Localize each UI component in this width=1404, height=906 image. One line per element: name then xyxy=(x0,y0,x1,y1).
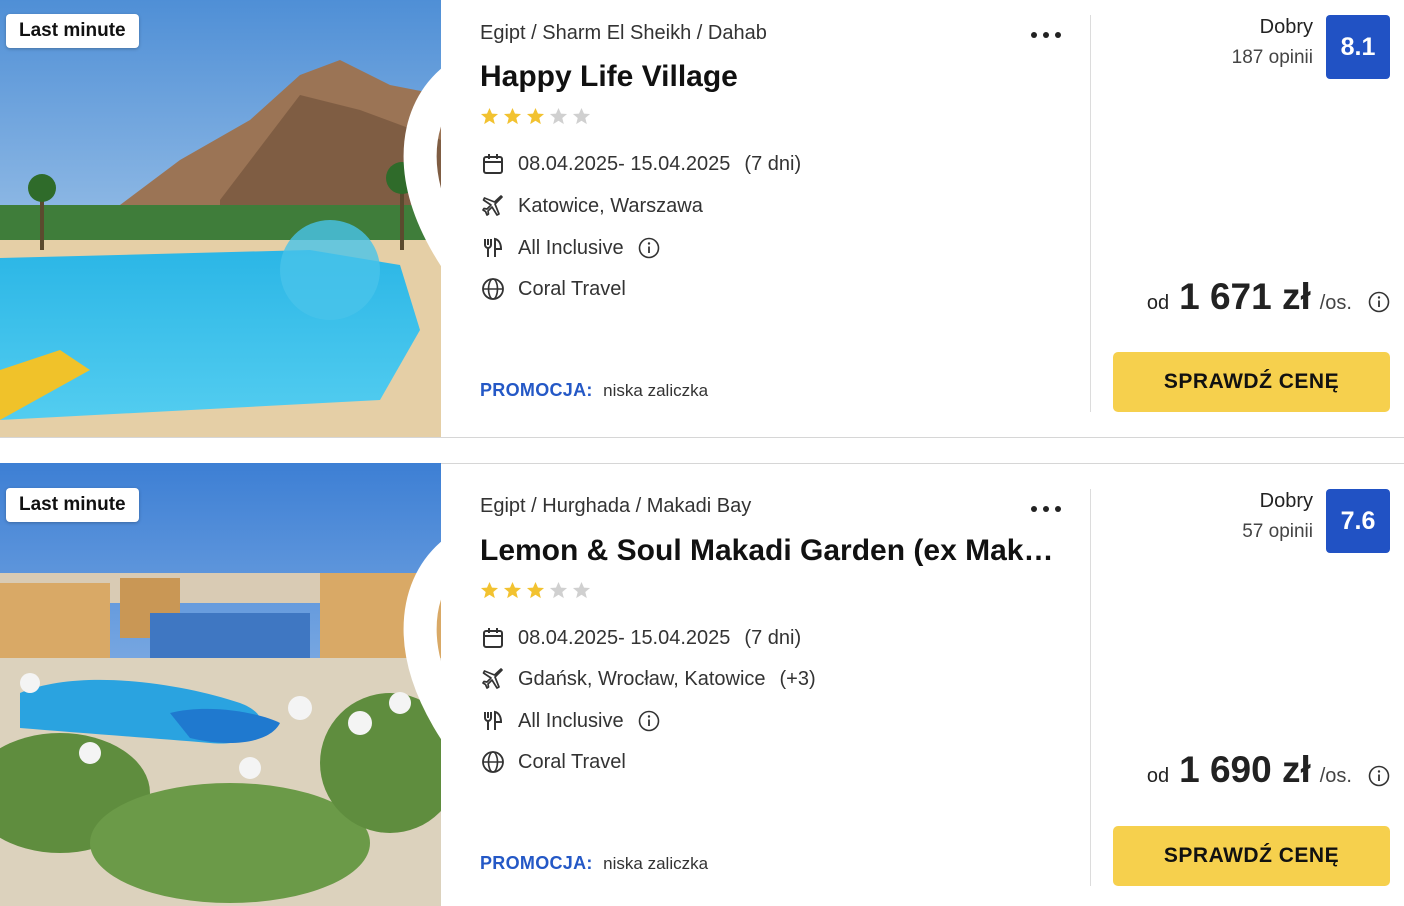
price-prefix: od xyxy=(1146,292,1170,314)
star-icon xyxy=(480,581,499,599)
rating-score-badge: 7.6 xyxy=(1326,489,1390,553)
hotel-photo-image xyxy=(0,0,441,437)
dates-row: 08.04.2025- 15.04.2025 (7 dni) xyxy=(480,149,801,179)
star-rating xyxy=(480,107,591,126)
calendar-icon xyxy=(480,625,506,651)
hotel-name[interactable]: Happy Life Village xyxy=(480,60,1060,94)
star-icon xyxy=(503,581,522,599)
price-amount: 1 690 zł xyxy=(1179,749,1311,790)
operator-row: Coral Travel xyxy=(480,747,626,777)
hotel-name[interactable]: Lemon & Soul Makadi Garden (ex Makadi Ga… xyxy=(480,534,1060,568)
operator-row: Coral Travel xyxy=(480,274,626,304)
operator-value: Coral Travel xyxy=(518,277,626,300)
promo-value: niska zaliczka xyxy=(603,854,709,873)
info-icon[interactable] xyxy=(638,710,660,732)
cutlery-icon xyxy=(480,235,506,261)
promo-label: PROMOCJA: xyxy=(480,380,593,400)
offer-details: Egipt / Hurghada / Makadi Bay Lemon & So… xyxy=(480,463,1070,906)
check-price-button[interactable]: SPRAWDŹ CENĘ xyxy=(1113,352,1390,412)
hotel-photo[interactable]: Last minute xyxy=(0,463,441,906)
divider xyxy=(1090,15,1091,412)
rating-label: Dobry xyxy=(1259,490,1313,512)
hotel-photo-image xyxy=(0,463,441,906)
more-options-icon[interactable] xyxy=(1028,496,1064,520)
location-breadcrumb[interactable]: Egipt / Sharm El Sheikh / Dahab xyxy=(480,22,767,45)
rating-label: Dobry xyxy=(1259,16,1313,38)
price-suffix: /os. xyxy=(1319,765,1352,787)
dates-row: 08.04.2025- 15.04.2025 (7 dni) xyxy=(480,623,801,653)
rating-score-badge: 8.1 xyxy=(1326,15,1390,79)
offer-card[interactable]: Last minute Egipt / Hurghada / Makadi Ba… xyxy=(0,463,1404,906)
departures-row: Katowice, Warszawa xyxy=(480,191,703,221)
plane-icon xyxy=(480,193,506,219)
heart-icon[interactable] xyxy=(376,485,441,739)
dates-value: 08.04.2025- 15.04.2025 xyxy=(518,626,731,649)
star-icon xyxy=(503,107,522,125)
calendar-icon xyxy=(480,151,506,177)
price-prefix: od xyxy=(1146,765,1170,787)
duration-value: (7 dni) xyxy=(744,626,802,649)
star-icon xyxy=(572,581,591,599)
board-row: All Inclusive xyxy=(480,233,660,263)
star-icon xyxy=(480,107,499,125)
star-icon xyxy=(526,581,545,599)
promo-info: PROMOCJA: niska zaliczka xyxy=(480,853,708,874)
globe-icon xyxy=(480,276,506,302)
info-icon[interactable] xyxy=(638,237,660,259)
duration-value: (7 dni) xyxy=(744,152,802,175)
board-value: All Inclusive xyxy=(518,236,624,259)
hotel-photo[interactable]: Last minute xyxy=(0,0,441,437)
globe-icon xyxy=(480,749,506,775)
star-rating xyxy=(480,581,591,600)
price-amount: 1 671 zł xyxy=(1179,276,1311,317)
heart-icon[interactable] xyxy=(376,12,441,266)
offer-details: Egipt / Sharm El Sheikh / Dahab Happy Li… xyxy=(480,0,1070,437)
offer-card[interactable]: Last minute Egipt / Sharm El Sheikh / Da… xyxy=(0,0,1404,438)
reviews-count[interactable]: 187 opinii xyxy=(1232,47,1313,69)
price-suffix: /os. xyxy=(1319,292,1352,314)
check-price-button[interactable]: SPRAWDŹ CENĘ xyxy=(1113,826,1390,886)
departures-row: Gdańsk, Wrocław, Katowice (+3) xyxy=(480,664,816,694)
last-minute-badge: Last minute xyxy=(6,488,139,522)
board-value: All Inclusive xyxy=(518,709,624,732)
departures-value: Katowice, Warszawa xyxy=(518,194,703,217)
star-icon xyxy=(549,581,568,599)
promo-label: PROMOCJA: xyxy=(480,853,593,873)
operator-value: Coral Travel xyxy=(518,750,626,773)
reviews-count[interactable]: 57 opinii xyxy=(1242,521,1313,543)
more-options-icon[interactable] xyxy=(1028,22,1064,46)
divider xyxy=(1090,489,1091,886)
star-icon xyxy=(549,107,568,125)
last-minute-badge: Last minute xyxy=(6,14,139,48)
price: od 1 671 zł /os. xyxy=(1147,276,1352,318)
info-icon[interactable] xyxy=(1368,291,1390,313)
promo-info: PROMOCJA: niska zaliczka xyxy=(480,380,708,401)
location-breadcrumb[interactable]: Egipt / Hurghada / Makadi Bay xyxy=(480,495,751,518)
info-icon[interactable] xyxy=(1368,765,1390,787)
board-row: All Inclusive xyxy=(480,706,660,736)
star-icon xyxy=(572,107,591,125)
cutlery-icon xyxy=(480,708,506,734)
price: od 1 690 zł /os. xyxy=(1147,749,1352,791)
dates-value: 08.04.2025- 15.04.2025 xyxy=(518,152,731,175)
star-icon xyxy=(526,107,545,125)
departures-more[interactable]: (+3) xyxy=(780,668,816,691)
promo-value: niska zaliczka xyxy=(603,381,709,400)
plane-icon xyxy=(480,666,506,692)
departures-value: Gdańsk, Wrocław, Katowice xyxy=(518,667,766,690)
